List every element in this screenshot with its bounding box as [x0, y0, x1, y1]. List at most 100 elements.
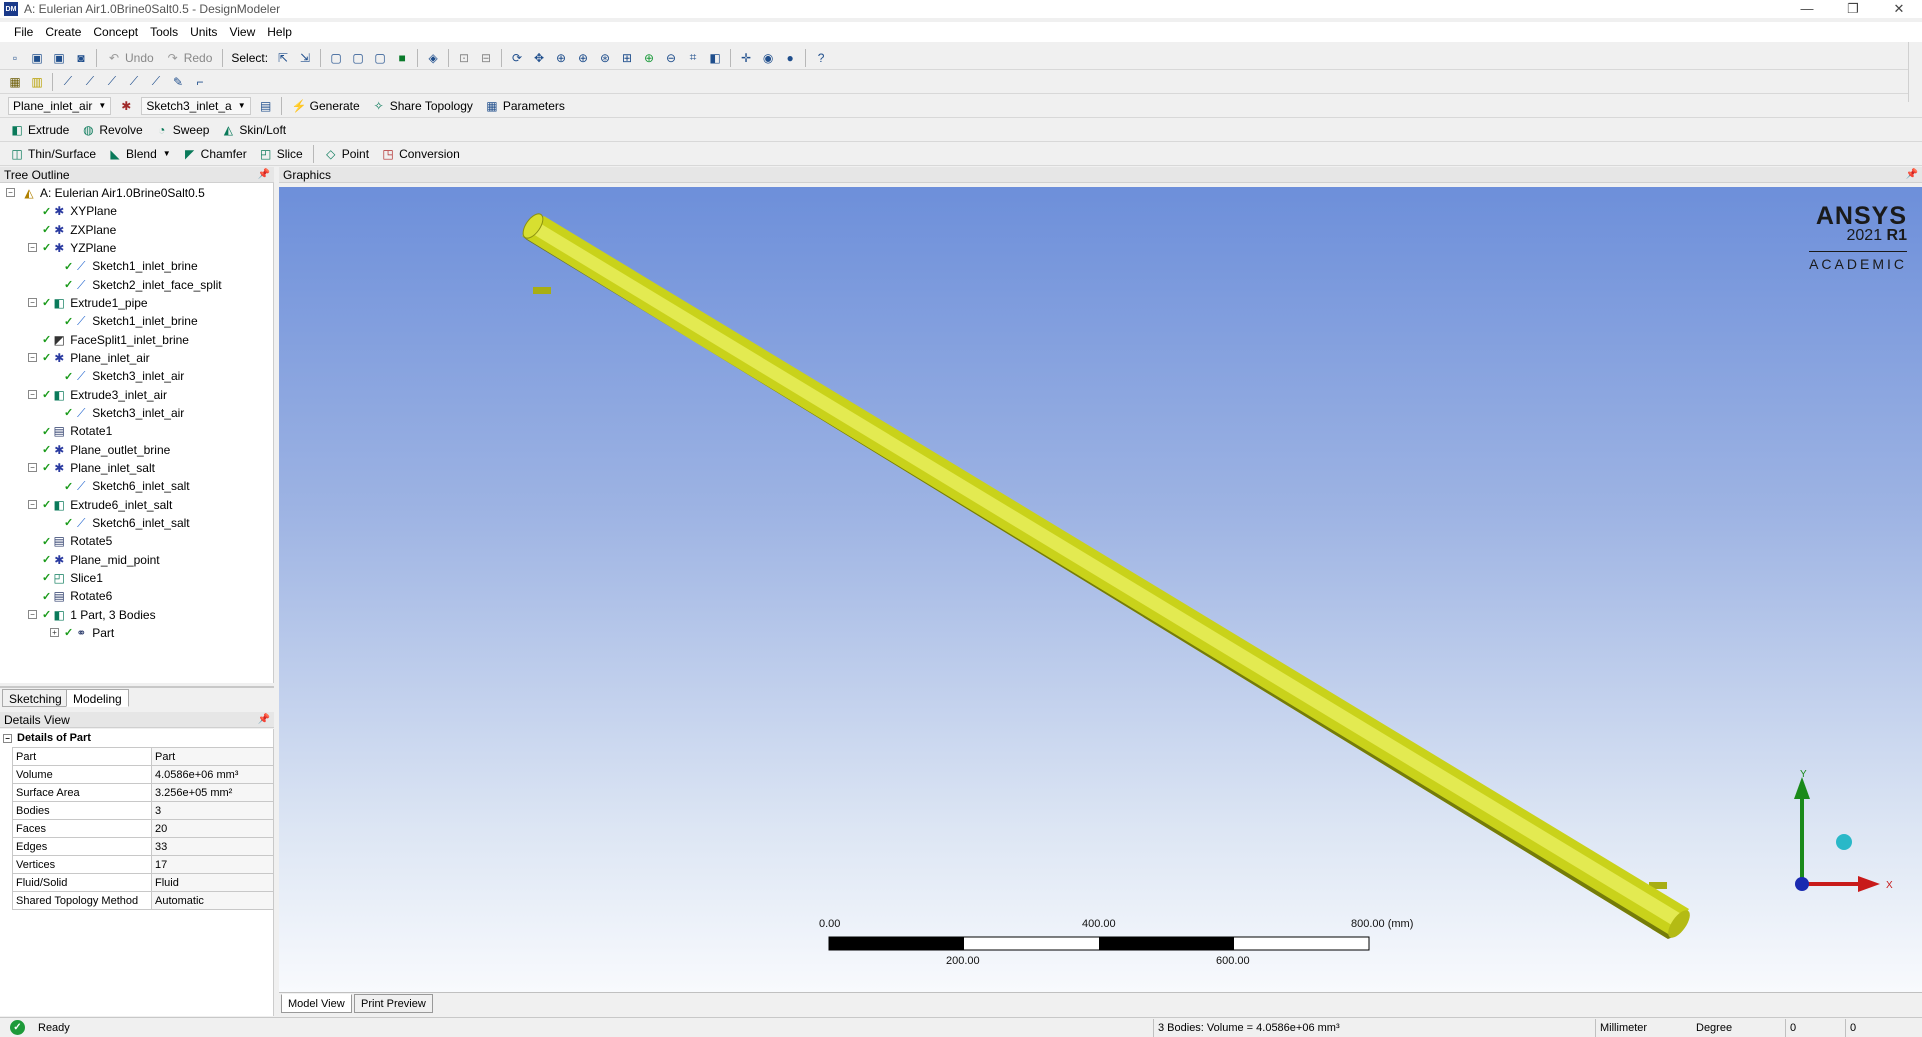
- tree-item[interactable]: ✓ ⟋ Sketch3_inlet_air: [64, 404, 184, 422]
- point-button[interactable]: ◇ Point: [324, 147, 369, 161]
- new-plane-icon[interactable]: ✱: [117, 97, 135, 115]
- new-sketch-icon[interactable]: ⟋: [81, 73, 99, 91]
- generate-button[interactable]: ⚡ Generate: [292, 99, 360, 113]
- details-row[interactable]: Bodies 3: [12, 801, 274, 820]
- details-value[interactable]: 3: [151, 801, 274, 820]
- collapse-icon[interactable]: −: [6, 188, 15, 197]
- redo-button[interactable]: ↷ Redo: [166, 51, 213, 65]
- details-row[interactable]: Faces 20: [12, 819, 274, 838]
- select-bodies-icon[interactable]: ■: [393, 49, 411, 67]
- box-zoom-icon[interactable]: ⊕: [574, 49, 592, 67]
- undo-button[interactable]: ↶ Undo: [107, 51, 154, 65]
- collapse-icon[interactable]: −: [28, 499, 37, 509]
- new-icon[interactable]: ▫: [6, 49, 24, 67]
- tree-item[interactable]: ✓ ⟋ Sketch1_inlet_brine: [64, 312, 198, 330]
- triad-isometric-ball[interactable]: [1836, 834, 1852, 850]
- display-model-icon[interactable]: ▥: [28, 73, 46, 91]
- select-faces-icon[interactable]: ▢: [371, 49, 389, 67]
- magnifier-icon[interactable]: ⌗: [684, 49, 702, 67]
- details-value[interactable]: Fluid: [151, 873, 274, 892]
- zoom-fit-icon[interactable]: ⊛: [596, 49, 614, 67]
- previous-view-icon[interactable]: ◧: [706, 49, 724, 67]
- display-mode-icon[interactable]: ◉: [759, 49, 777, 67]
- tree-item[interactable]: ✓ ✱ XYPlane: [42, 202, 117, 220]
- collapse-icon[interactable]: −: [28, 352, 37, 362]
- tree-item[interactable]: − ✓ ✱ YZPlane: [28, 239, 116, 257]
- close-button[interactable]: ✕: [1876, 0, 1922, 18]
- new-plane-icon[interactable]: ⟋: [59, 73, 77, 91]
- details-group[interactable]: − Details of Part: [0, 729, 91, 747]
- save-as-icon[interactable]: ▣: [50, 49, 68, 67]
- details-value[interactable]: 3.256e+05 mm²: [151, 783, 274, 802]
- tree-item[interactable]: − ✓ ◧ 1 Part, 3 Bodies: [28, 606, 156, 624]
- collapse-icon[interactable]: −: [3, 733, 12, 743]
- tree-item[interactable]: ✓ ✱ ZXPlane: [42, 221, 116, 239]
- tree-item[interactable]: ✓ ▤ Rotate1: [42, 422, 112, 440]
- details-value[interactable]: 4.0586e+06 mm³: [151, 765, 274, 784]
- conversion-button[interactable]: ◳ Conversion: [381, 147, 459, 161]
- tree-item[interactable]: − ✓ ◧ Extrude1_pipe: [28, 294, 148, 312]
- select-all-icon[interactable]: ⊡: [455, 49, 473, 67]
- extrude-button[interactable]: ◧ Extrude: [10, 123, 69, 137]
- help-icon[interactable]: ?: [812, 49, 830, 67]
- revolve-button[interactable]: ◍ Revolve: [81, 123, 143, 137]
- dimension-tool-icon[interactable]: ⌐: [191, 73, 209, 91]
- parameters-button[interactable]: ▦ Parameters: [485, 99, 565, 113]
- tree-item[interactable]: ✓ ▤ Rotate6: [42, 587, 112, 605]
- thin-surface-button[interactable]: ◫ Thin/Surface: [10, 147, 96, 161]
- collapse-icon[interactable]: −: [28, 297, 37, 307]
- tree-item[interactable]: − ✓ ✱ Plane_inlet_salt: [28, 459, 155, 477]
- chamfer-button[interactable]: ◤ Chamfer: [183, 147, 247, 161]
- tree-item[interactable]: + ✓ ⚭ Part: [50, 624, 114, 642]
- extend-selection-icon[interactable]: ◈: [424, 49, 442, 67]
- select-edges-icon[interactable]: ▢: [349, 49, 367, 67]
- expand-icon[interactable]: +: [50, 627, 59, 637]
- details-row[interactable]: Part Part: [12, 747, 274, 766]
- details-value[interactable]: 17: [151, 855, 274, 874]
- zoom-out-icon[interactable]: ⊖: [662, 49, 680, 67]
- sketch-tool-icon[interactable]: ⟋: [103, 73, 121, 91]
- sweep-button[interactable]: ◔ Sweep: [155, 123, 209, 137]
- tab-sketching[interactable]: Sketching: [2, 689, 69, 707]
- tree-item[interactable]: ✓ ⟋ Sketch6_inlet_salt: [64, 477, 190, 495]
- details-row[interactable]: Vertices 17: [12, 855, 274, 874]
- tree-item[interactable]: ✓ ✱ Plane_outlet_brine: [42, 441, 170, 459]
- new-sketch-icon[interactable]: ▤: [257, 97, 275, 115]
- menu-tools[interactable]: Tools: [150, 25, 178, 39]
- tree-item[interactable]: − ✓ ◧ Extrude6_inlet_salt: [28, 496, 172, 514]
- select-mode-icon[interactable]: ⇱: [274, 49, 292, 67]
- details-value[interactable]: 33: [151, 837, 274, 856]
- tree-item[interactable]: − ◭ A: Eulerian Air1.0Brine0Salt0.5: [6, 184, 205, 202]
- select-type-icon[interactable]: ⇲: [296, 49, 314, 67]
- maximize-button[interactable]: ❐: [1830, 0, 1876, 18]
- tab-modeling[interactable]: Modeling: [66, 689, 129, 707]
- details-row[interactable]: Surface Area 3.256e+05 mm²: [12, 783, 274, 802]
- pin-icon[interactable]: 📌: [1906, 167, 1918, 183]
- pin-icon[interactable]: 📌: [258, 167, 270, 183]
- pin-icon[interactable]: 📌: [258, 712, 270, 728]
- tree-item[interactable]: − ✓ ◧ Extrude3_inlet_air: [28, 386, 167, 404]
- menu-create[interactable]: Create: [45, 25, 81, 39]
- display-points-icon[interactable]: ●: [781, 49, 799, 67]
- tree-item[interactable]: ✓ ◩ FaceSplit1_inlet_brine: [42, 331, 189, 349]
- share-topology-button[interactable]: ✧ Share Topology: [372, 99, 473, 113]
- details-value[interactable]: Part: [151, 747, 274, 766]
- details-row[interactable]: Fluid/Solid Fluid: [12, 873, 274, 892]
- menu-help[interactable]: Help: [267, 25, 292, 39]
- collapse-icon[interactable]: −: [28, 462, 37, 472]
- collapse-icon[interactable]: −: [28, 609, 37, 619]
- hide-icon[interactable]: ⊟: [477, 49, 495, 67]
- details-row[interactable]: Edges 33: [12, 837, 274, 856]
- sketch-tool2-icon[interactable]: ⟋: [125, 73, 143, 91]
- details-value[interactable]: 20: [151, 819, 274, 838]
- select-points-icon[interactable]: ▢: [327, 49, 345, 67]
- menu-concept[interactable]: Concept: [93, 25, 138, 39]
- plane-combo[interactable]: Plane_inlet_air ▼: [8, 96, 112, 115]
- display-plane-icon[interactable]: ▦: [6, 73, 24, 91]
- zoom-in-icon[interactable]: ⊕: [640, 49, 658, 67]
- save-icon[interactable]: ▣: [28, 49, 46, 67]
- details-row[interactable]: Shared Topology Method Automatic: [12, 891, 274, 910]
- sketch-combo[interactable]: Sketch3_inlet_a ▼: [141, 96, 251, 115]
- collapse-icon[interactable]: −: [28, 242, 37, 252]
- pan-icon[interactable]: ✥: [530, 49, 548, 67]
